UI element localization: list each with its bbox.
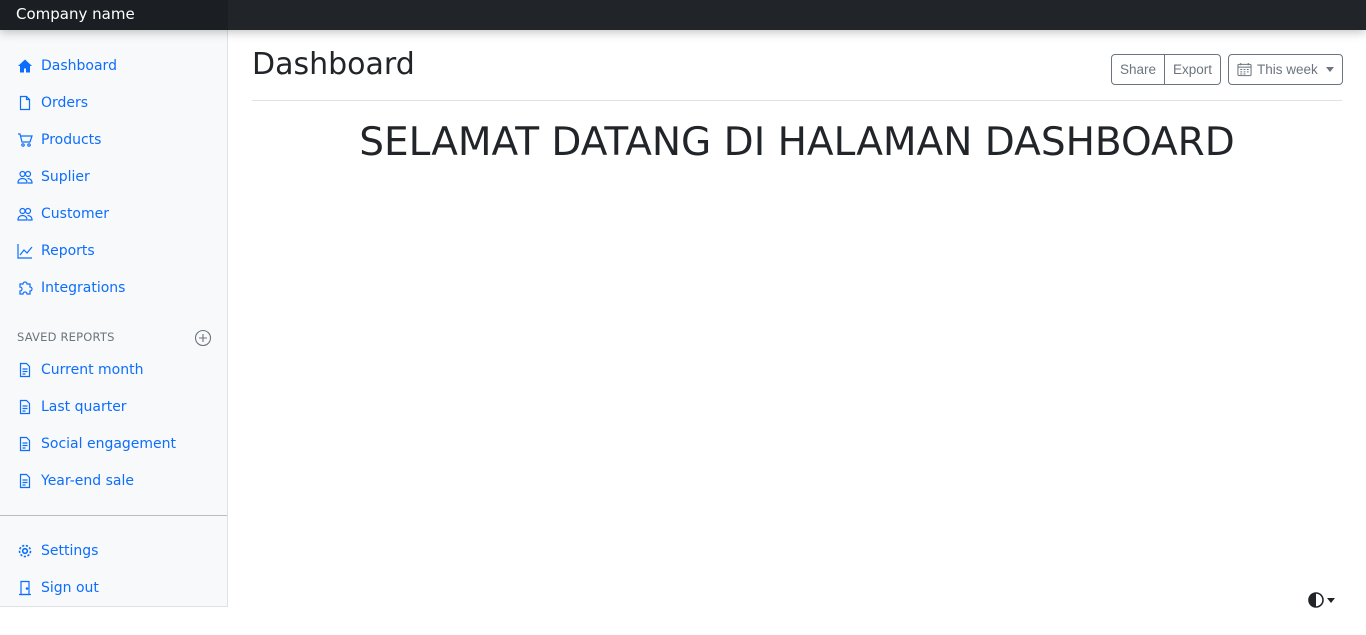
saved-report-label: Social engagement — [41, 436, 177, 452]
period-dropdown-button[interactable]: This week — [1228, 54, 1343, 85]
file-text-icon — [16, 362, 33, 379]
saved-report-current-month[interactable]: Current month — [16, 358, 143, 382]
header-divider — [252, 100, 1342, 101]
saved-report-label: Current month — [41, 362, 144, 378]
saved-report-last-quarter[interactable]: Last quarter — [16, 395, 127, 419]
welcome-heading: SELAMAT DATANG DI HALAMAN DASHBOARD — [359, 120, 1235, 165]
house-icon — [16, 58, 33, 75]
people-icon — [16, 206, 33, 223]
sidebar-item-orders[interactable]: Orders — [16, 91, 88, 115]
sidebar-item-label: Suplier — [41, 169, 90, 185]
sidebar-item-reports[interactable]: Reports — [16, 239, 95, 263]
sidebar-item-suplier[interactable]: Suplier — [16, 165, 90, 189]
graph-icon — [16, 243, 33, 260]
sidebar-divider — [0, 515, 227, 516]
page-title: Dashboard — [252, 47, 415, 82]
sidebar-item-label: Settings — [41, 543, 99, 559]
export-button[interactable]: Export — [1165, 54, 1222, 85]
sidebar-item-label: Reports — [41, 243, 95, 259]
file-text-icon — [16, 436, 33, 453]
sidebar-item-label: Customer — [41, 206, 110, 222]
sidebar-item-label: Products — [41, 132, 102, 148]
saved-report-year-end-sale[interactable]: Year-end sale — [16, 469, 134, 493]
sidebar-item-integrations[interactable]: Integrations — [16, 276, 125, 300]
calendar-icon — [1237, 62, 1252, 77]
chevron-down-icon — [1325, 67, 1334, 72]
sidebar-item-dashboard[interactable]: Dashboard — [16, 54, 117, 78]
sidebar: Dashboard Orders Products Suplier Custom… — [0, 30, 228, 607]
add-report-icon[interactable] — [194, 329, 212, 347]
top-navbar: Company name — [0, 0, 1366, 30]
saved-report-label: Year-end sale — [41, 473, 134, 489]
gear-icon — [16, 543, 33, 560]
share-button[interactable]: Share — [1111, 54, 1166, 85]
puzzle-icon — [16, 280, 33, 297]
file-icon — [16, 95, 33, 112]
saved-report-label: Last quarter — [41, 399, 127, 415]
brand-link[interactable]: Company name — [0, 0, 228, 30]
theme-toggle-button[interactable] — [1308, 591, 1335, 609]
sidebar-item-products[interactable]: Products — [16, 128, 101, 152]
period-label: This week — [1257, 62, 1318, 77]
sidebar-item-sign-out[interactable]: Sign out — [16, 576, 99, 600]
sidebar-item-label: Dashboard — [41, 58, 117, 74]
file-text-icon — [16, 399, 33, 416]
sidebar-item-settings[interactable]: Settings — [16, 539, 98, 563]
saved-report-social-engagement[interactable]: Social engagement — [16, 432, 176, 456]
cart-icon — [16, 132, 33, 149]
toolbar-button-group: Share Export — [1111, 54, 1222, 85]
door-icon — [16, 580, 33, 597]
sidebar-item-label: Sign out — [41, 580, 99, 596]
contrast-icon — [1308, 592, 1324, 608]
saved-reports-heading: SAVED REPORTS — [17, 330, 115, 344]
people-icon — [16, 169, 33, 186]
chevron-down-icon — [1327, 597, 1335, 603]
sidebar-item-customer[interactable]: Customer — [16, 202, 109, 226]
sidebar-item-label: Integrations — [41, 280, 126, 296]
file-text-icon — [16, 473, 33, 490]
sidebar-item-label: Orders — [41, 95, 89, 111]
